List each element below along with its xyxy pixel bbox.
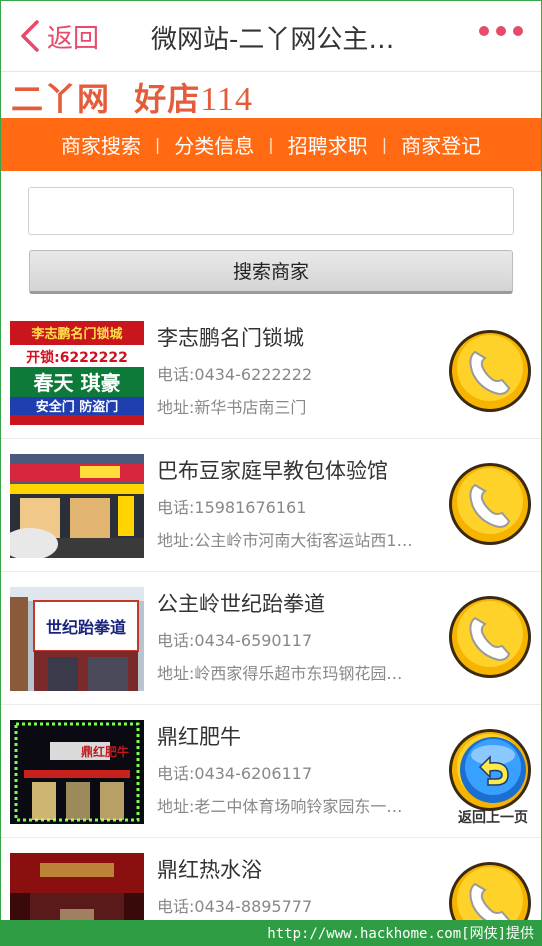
phone-icon: [449, 330, 531, 412]
shop-name: 公主岭世纪跆拳道: [157, 592, 325, 616]
thumb-text: 春天 琪豪: [33, 371, 121, 395]
dot-icon: [479, 26, 489, 36]
back-label: 返回: [47, 23, 100, 54]
back-button[interactable]: 返回: [19, 18, 99, 54]
nav-separator: |: [154, 135, 161, 154]
phone-icon: [449, 596, 531, 678]
page-title: 微网站-二丫网公主…: [151, 25, 395, 55]
shop-thumbnail: 李志鹏名门锁城 开锁:6222222 春天 琪豪 安全门 防盗门: [10, 321, 144, 425]
call-button[interactable]: [447, 860, 533, 921]
thumb-text: 世纪跆拳道: [46, 618, 126, 637]
search-input[interactable]: [28, 187, 514, 235]
phone-icon: [449, 862, 531, 921]
watermark-bar: http://www.hackhome.com[网侠]提供: [0, 920, 542, 946]
thumb-text: 安全门 防盗门: [36, 399, 119, 415]
brand-number: 114: [200, 81, 254, 118]
thumb-text: 李志鹏名门锁城: [30, 326, 122, 342]
shop-name: 鼎红热水浴: [157, 858, 262, 882]
watermark-text: http://www.hackhome.com[网侠]提供: [267, 926, 534, 942]
shop-phone: 电话:0434-6222222: [157, 365, 313, 384]
shop-phone: 电话:0434-6590117: [157, 631, 313, 650]
category-nav: 商家搜索 | 分类信息 | 招聘求职 | 商家登记: [1, 118, 541, 171]
thumb-text: 开锁:6222222: [26, 349, 128, 366]
shop-name: 巴布豆家庭早教包体验馆: [157, 459, 388, 483]
brand-name: 二丫网: [11, 80, 111, 118]
floating-back-label: 返回上一页: [458, 810, 528, 826]
shop-phone: 电话:15981676161: [157, 498, 307, 517]
shop-name: 鼎红肥牛: [157, 725, 241, 749]
top-bar: 返回 微网站-二丫网公主…: [1, 1, 541, 72]
app-window: 返回 微网站-二丫网公主… 二丫网 好店114 商家搜索 | 分类信息 | 招聘…: [0, 0, 542, 921]
thumb-text: 鼎红肥牛: [81, 744, 129, 759]
shop-address: 地址:岭西家得乐超市东玛钢花园…: [157, 664, 403, 683]
call-button[interactable]: [447, 461, 533, 547]
shop-name: 李志鹏名门锁城: [157, 326, 304, 350]
chevron-left-icon: [21, 20, 39, 52]
list-item[interactable]: 鼎红热水浴 电话:0434-8895777: [1, 838, 541, 921]
brand-logo: 二丫网 好店114: [11, 74, 253, 120]
search-merchants-button[interactable]: 搜索商家: [29, 250, 513, 294]
shop-address: 地址:老二中体育场响铃家园东一…: [157, 797, 403, 816]
brand-slogan: 好店: [134, 80, 201, 118]
list-item[interactable]: 巴布豆家庭早教包体验馆 电话:15981676161 地址:公主岭市河南大街客运…: [1, 439, 541, 572]
dot-icon: [513, 26, 523, 36]
shop-address: 地址:新华书店南三门: [157, 398, 307, 417]
call-button[interactable]: [447, 594, 533, 680]
nav-item-jobs[interactable]: 招聘求职: [284, 130, 372, 159]
list-item[interactable]: 世纪跆拳道 公主岭世纪跆拳道 电话:0434-6590117 地址:岭西家得乐超…: [1, 572, 541, 705]
nav-item-merchant-search[interactable]: 商家搜索: [57, 130, 145, 159]
undo-arrow-icon: [460, 737, 526, 803]
shop-thumbnail: 鼎红肥牛: [10, 720, 144, 824]
phone-icon: [449, 463, 531, 545]
floating-back-button[interactable]: 返回上一页: [451, 735, 535, 835]
list-item[interactable]: 李志鹏名门锁城 开锁:6222222 春天 琪豪 安全门 防盗门 李志鹏名门锁城…: [1, 306, 541, 439]
nav-item-classifieds[interactable]: 分类信息: [170, 130, 258, 159]
nav-separator: |: [381, 135, 388, 154]
nav-item-merchant-register[interactable]: 商家登记: [397, 130, 485, 159]
shop-address: 地址:公主岭市河南大街客运站西1…: [157, 531, 413, 550]
call-button[interactable]: [447, 328, 533, 414]
shop-thumbnail: [10, 454, 144, 558]
shop-thumbnail: 世纪跆拳道: [10, 587, 144, 691]
shop-thumbnail: [10, 853, 144, 921]
shop-phone: 电话:0434-8895777: [157, 897, 313, 916]
shop-phone: 电话:0434-6206117: [157, 764, 313, 783]
nav-separator: |: [268, 135, 274, 154]
brand-banner: 二丫网 好店114: [1, 72, 541, 118]
dot-icon: [496, 26, 506, 36]
more-menu-button[interactable]: [479, 26, 523, 36]
